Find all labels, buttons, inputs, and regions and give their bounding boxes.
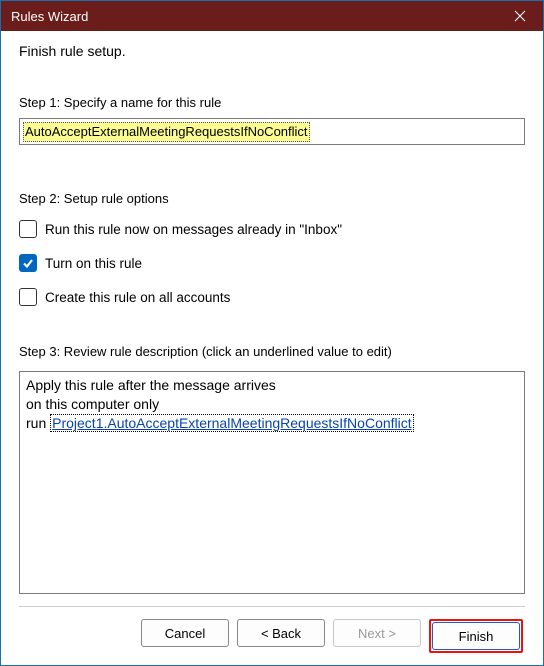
- titlebar: Rules Wizard: [1, 1, 543, 31]
- window-title: Rules Wizard: [11, 9, 497, 24]
- rule-description-box: Apply this rule after the message arrive…: [19, 371, 525, 594]
- step3-label: Step 3: Review rule description (click a…: [19, 344, 525, 359]
- option-run-now[interactable]: Run this rule now on messages already in…: [19, 220, 525, 238]
- close-icon: [514, 10, 526, 22]
- finish-button[interactable]: Finish: [432, 622, 520, 650]
- desc-line-2: on this computer only: [26, 395, 518, 414]
- next-button: Next >: [333, 619, 421, 647]
- desc-line-3: run Project1.AutoAcceptExternalMeetingRe…: [26, 414, 518, 433]
- checkmark-icon: [22, 257, 34, 269]
- button-row: Cancel < Back Next > Finish: [19, 619, 525, 655]
- finish-highlight: Finish: [429, 619, 523, 653]
- step1-label: Step 1: Specify a name for this rule: [19, 95, 525, 110]
- option-turn-on-label: Turn on this rule: [45, 256, 142, 271]
- option-all-accounts-label: Create this rule on all accounts: [45, 290, 230, 305]
- option-run-now-label: Run this rule now on messages already in…: [45, 222, 342, 237]
- back-button[interactable]: < Back: [237, 619, 325, 647]
- wizard-body: Finish rule setup. Step 1: Specify a nam…: [1, 31, 543, 665]
- option-turn-on[interactable]: Turn on this rule: [19, 254, 525, 272]
- desc-run-prefix: run: [26, 415, 50, 431]
- rule-name-input[interactable]: AutoAcceptExternalMeetingRequestsIfNoCon…: [19, 118, 525, 145]
- cancel-button[interactable]: Cancel: [141, 619, 229, 647]
- checkbox-run-now[interactable]: [19, 220, 37, 238]
- separator: [19, 606, 525, 607]
- rules-wizard-window: Rules Wizard Finish rule setup. Step 1: …: [0, 0, 544, 666]
- desc-line-1: Apply this rule after the message arrive…: [26, 376, 518, 395]
- checkbox-turn-on[interactable]: [19, 254, 37, 272]
- close-button[interactable]: [497, 1, 543, 31]
- checkbox-all-accounts[interactable]: [19, 288, 37, 306]
- option-all-accounts[interactable]: Create this rule on all accounts: [19, 288, 525, 306]
- step2-label: Step 2: Setup rule options: [19, 191, 525, 206]
- desc-script-link[interactable]: Project1.AutoAcceptExternalMeetingReques…: [50, 414, 414, 432]
- rule-name-value: AutoAcceptExternalMeetingRequestsIfNoCon…: [23, 122, 310, 142]
- subheading: Finish rule setup.: [19, 43, 525, 59]
